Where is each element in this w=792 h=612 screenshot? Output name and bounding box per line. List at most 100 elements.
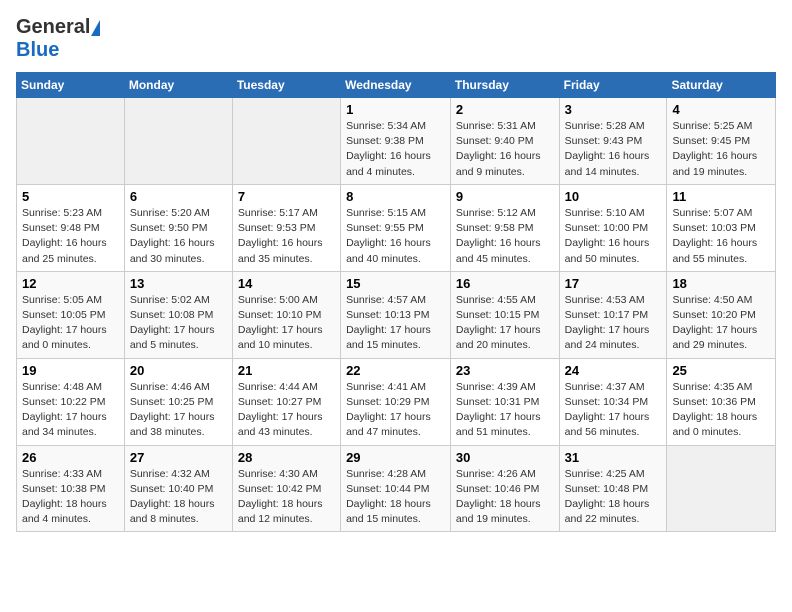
day-info: Sunrise: 4:25 AM Sunset: 10:48 PM Daylig…	[565, 467, 662, 528]
day-number: 11	[672, 189, 770, 204]
day-info: Sunrise: 5:10 AM Sunset: 10:00 PM Daylig…	[565, 206, 662, 267]
calendar-cell: 23 Sunrise: 4:39 AM Sunset: 10:31 PM Dayl…	[450, 358, 559, 445]
calendar-cell: 30 Sunrise: 4:26 AM Sunset: 10:46 PM Dayl…	[450, 445, 559, 532]
calendar-cell: 3 Sunrise: 5:28 AM Sunset: 9:43 PM Daylig…	[559, 98, 667, 185]
day-info: Sunrise: 4:46 AM Sunset: 10:25 PM Daylig…	[130, 380, 227, 441]
day-info: Sunrise: 4:55 AM Sunset: 10:15 PM Daylig…	[456, 293, 554, 354]
day-of-week-header: Sunday	[17, 73, 125, 98]
day-info: Sunrise: 4:26 AM Sunset: 10:46 PM Daylig…	[456, 467, 554, 528]
logo-general: General	[16, 16, 101, 39]
day-info: Sunrise: 4:28 AM Sunset: 10:44 PM Daylig…	[346, 467, 445, 528]
day-info: Sunrise: 4:57 AM Sunset: 10:13 PM Daylig…	[346, 293, 445, 354]
page-header: General Blue	[16, 16, 776, 62]
day-info: Sunrise: 4:35 AM Sunset: 10:36 PM Daylig…	[672, 380, 770, 441]
day-number: 13	[130, 276, 227, 291]
logo-blue: Blue	[16, 39, 59, 61]
day-number: 21	[238, 363, 335, 378]
day-of-week-header: Tuesday	[232, 73, 340, 98]
calendar-cell	[124, 98, 232, 185]
day-number: 4	[672, 102, 770, 117]
calendar-cell: 17 Sunrise: 4:53 AM Sunset: 10:17 PM Dayl…	[559, 271, 667, 358]
day-number: 12	[22, 276, 119, 291]
calendar-cell: 9 Sunrise: 5:12 AM Sunset: 9:58 PM Daylig…	[450, 184, 559, 271]
day-info: Sunrise: 5:12 AM Sunset: 9:58 PM Dayligh…	[456, 206, 554, 267]
calendar-cell: 20 Sunrise: 4:46 AM Sunset: 10:25 PM Dayl…	[124, 358, 232, 445]
calendar-cell: 28Sunrise: 4:30 AM Sunset: 10:42 PM Dayl…	[232, 445, 340, 532]
day-number: 19	[22, 363, 119, 378]
calendar-cell: 26 Sunrise: 4:33 AM Sunset: 10:38 PM Dayl…	[17, 445, 125, 532]
day-number: 14	[238, 276, 335, 291]
calendar-week-row: 12 Sunrise: 5:05 AM Sunset: 10:05 PM Dayl…	[17, 271, 776, 358]
day-number: 20	[130, 363, 227, 378]
calendar-cell: 7Sunrise: 5:17 AM Sunset: 9:53 PM Daylig…	[232, 184, 340, 271]
day-info: Sunrise: 4:39 AM Sunset: 10:31 PM Daylig…	[456, 380, 554, 441]
day-info: Sunrise: 5:02 AM Sunset: 10:08 PM Daylig…	[130, 293, 227, 354]
day-number: 3	[565, 102, 662, 117]
day-number: 2	[456, 102, 554, 117]
day-number: 23	[456, 363, 554, 378]
calendar-cell: 2 Sunrise: 5:31 AM Sunset: 9:40 PM Daylig…	[450, 98, 559, 185]
calendar-cell: 18 Sunrise: 4:50 AM Sunset: 10:20 PM Dayl…	[667, 271, 776, 358]
calendar-cell: 21 Sunrise: 4:44 AM Sunset: 10:27 PM Dayl…	[232, 358, 340, 445]
day-info: Sunrise: 4:53 AM Sunset: 10:17 PM Daylig…	[565, 293, 662, 354]
day-info: Sunrise: 5:28 AM Sunset: 9:43 PM Dayligh…	[565, 119, 662, 180]
day-info: Sunrise: 5:31 AM Sunset: 9:40 PM Dayligh…	[456, 119, 554, 180]
day-info: Sunrise: 5:20 AM Sunset: 9:50 PM Dayligh…	[130, 206, 227, 267]
day-info: Sunrise: 5:25 AM Sunset: 9:45 PM Dayligh…	[672, 119, 770, 180]
calendar-cell: 14 Sunrise: 5:00 AM Sunset: 10:10 PM Dayl…	[232, 271, 340, 358]
calendar-cell: 19Sunrise: 4:48 AM Sunset: 10:22 PM Dayl…	[17, 358, 125, 445]
calendar-header-row: SundayMondayTuesdayWednesdayThursdayFrid…	[17, 73, 776, 98]
day-info: Sunrise: 4:32 AM Sunset: 10:40 PM Daylig…	[130, 467, 227, 528]
calendar-cell: 13 Sunrise: 5:02 AM Sunset: 10:08 PM Dayl…	[124, 271, 232, 358]
day-number: 8	[346, 189, 445, 204]
logo: General Blue	[16, 16, 101, 62]
day-number: 7	[238, 189, 335, 204]
day-number: 30	[456, 450, 554, 465]
calendar-cell: 12 Sunrise: 5:05 AM Sunset: 10:05 PM Dayl…	[17, 271, 125, 358]
day-of-week-header: Thursday	[450, 73, 559, 98]
day-number: 26	[22, 450, 119, 465]
calendar-cell: 27 Sunrise: 4:32 AM Sunset: 10:40 PM Dayl…	[124, 445, 232, 532]
calendar-cell: 8 Sunrise: 5:15 AM Sunset: 9:55 PM Daylig…	[341, 184, 451, 271]
calendar-cell: 10Sunrise: 5:10 AM Sunset: 10:00 PM Dayl…	[559, 184, 667, 271]
day-number: 22	[346, 363, 445, 378]
day-info: Sunrise: 5:05 AM Sunset: 10:05 PM Daylig…	[22, 293, 119, 354]
day-number: 15	[346, 276, 445, 291]
calendar-cell: 5Sunrise: 5:23 AM Sunset: 9:48 PM Daylig…	[17, 184, 125, 271]
day-number: 9	[456, 189, 554, 204]
day-info: Sunrise: 4:50 AM Sunset: 10:20 PM Daylig…	[672, 293, 770, 354]
calendar-cell	[17, 98, 125, 185]
day-info: Sunrise: 5:00 AM Sunset: 10:10 PM Daylig…	[238, 293, 335, 354]
day-number: 6	[130, 189, 227, 204]
calendar-week-row: 5Sunrise: 5:23 AM Sunset: 9:48 PM Daylig…	[17, 184, 776, 271]
day-of-week-header: Monday	[124, 73, 232, 98]
calendar-cell: 31 Sunrise: 4:25 AM Sunset: 10:48 PM Dayl…	[559, 445, 667, 532]
day-of-week-header: Wednesday	[341, 73, 451, 98]
day-info: Sunrise: 4:33 AM Sunset: 10:38 PM Daylig…	[22, 467, 119, 528]
day-number: 18	[672, 276, 770, 291]
day-info: Sunrise: 5:34 AM Sunset: 9:38 PM Dayligh…	[346, 119, 445, 180]
day-number: 25	[672, 363, 770, 378]
day-number: 29	[346, 450, 445, 465]
day-number: 1	[346, 102, 445, 117]
calendar-week-row: 19Sunrise: 4:48 AM Sunset: 10:22 PM Dayl…	[17, 358, 776, 445]
day-number: 28	[238, 450, 335, 465]
day-info: Sunrise: 5:15 AM Sunset: 9:55 PM Dayligh…	[346, 206, 445, 267]
calendar-cell: 6 Sunrise: 5:20 AM Sunset: 9:50 PM Daylig…	[124, 184, 232, 271]
day-info: Sunrise: 5:23 AM Sunset: 9:48 PM Dayligh…	[22, 206, 119, 267]
day-number: 27	[130, 450, 227, 465]
calendar-cell: 22 Sunrise: 4:41 AM Sunset: 10:29 PM Dayl…	[341, 358, 451, 445]
calendar-cell: 25 Sunrise: 4:35 AM Sunset: 10:36 PM Dayl…	[667, 358, 776, 445]
day-info: Sunrise: 4:44 AM Sunset: 10:27 PM Daylig…	[238, 380, 335, 441]
day-number: 16	[456, 276, 554, 291]
calendar-cell: 4 Sunrise: 5:25 AM Sunset: 9:45 PM Daylig…	[667, 98, 776, 185]
day-of-week-header: Friday	[559, 73, 667, 98]
calendar-week-row: 26 Sunrise: 4:33 AM Sunset: 10:38 PM Dayl…	[17, 445, 776, 532]
calendar-cell: 15 Sunrise: 4:57 AM Sunset: 10:13 PM Dayl…	[341, 271, 451, 358]
calendar-cell	[667, 445, 776, 532]
day-info: Sunrise: 4:41 AM Sunset: 10:29 PM Daylig…	[346, 380, 445, 441]
calendar-cell: 24Sunrise: 4:37 AM Sunset: 10:34 PM Dayl…	[559, 358, 667, 445]
calendar-cell	[232, 98, 340, 185]
day-number: 31	[565, 450, 662, 465]
day-number: 17	[565, 276, 662, 291]
